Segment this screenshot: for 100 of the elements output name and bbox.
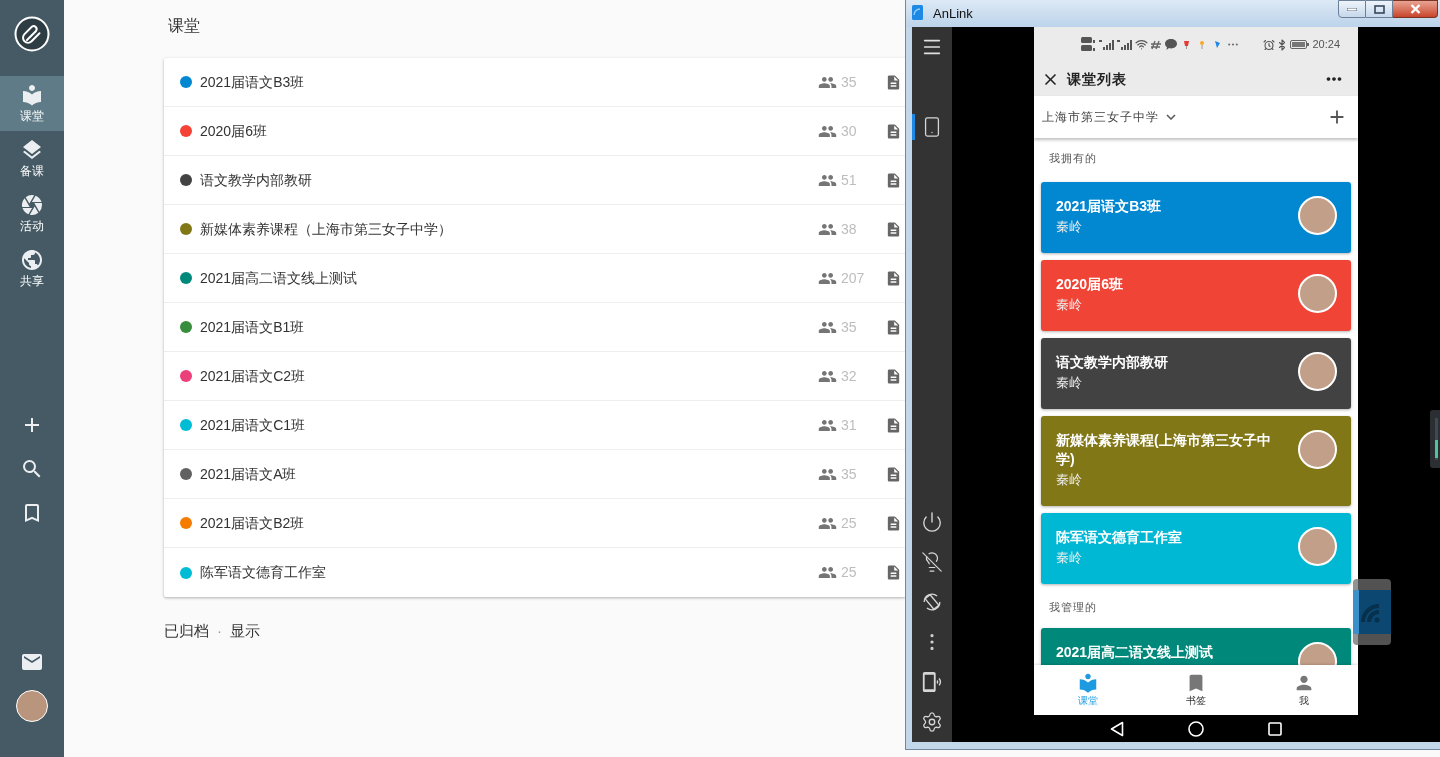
minimize-button[interactable]	[1338, 0, 1366, 18]
class-title: 语文教学内部教研	[1056, 353, 1169, 372]
battery-icon	[1290, 40, 1310, 49]
class-title: 2021届语文B3班	[1056, 197, 1163, 216]
reader-icon	[1077, 672, 1099, 694]
avatar-photo[interactable]	[16, 690, 48, 722]
dual-sim-icon	[1081, 37, 1095, 52]
screen-title: 课堂列表	[1067, 69, 1127, 89]
class-name[interactable]: 2021届语文B1班	[200, 316, 305, 338]
pushpin-icon	[1183, 40, 1190, 49]
document-icon[interactable]	[885, 269, 902, 287]
restore-icon	[1373, 4, 1385, 14]
chat-bubble-icon	[1165, 39, 1177, 50]
teacher-name: 秦岭	[1056, 296, 1083, 314]
maximize-button[interactable]	[1366, 0, 1393, 18]
document-icon[interactable]	[885, 318, 902, 336]
alarm-icon	[1263, 38, 1276, 51]
member-count: 207	[841, 268, 865, 288]
teacher-name: 秦岭	[1056, 549, 1083, 567]
member-count: 30	[841, 121, 857, 141]
school-selector[interactable]: 上海市第三女子中学	[1042, 108, 1180, 126]
teacher-name: 秦岭	[1056, 374, 1083, 392]
section-label: 我管理的	[1049, 599, 1097, 615]
document-icon[interactable]	[885, 367, 902, 385]
document-icon[interactable]	[885, 514, 902, 532]
member-count: 31	[841, 415, 857, 435]
member-count: 51	[841, 170, 857, 190]
class-name[interactable]: 2021届语文A班	[200, 463, 297, 485]
app-logo-icon	[912, 5, 923, 20]
close-icon	[1409, 4, 1421, 14]
document-icon[interactable]	[885, 73, 902, 91]
paperclip-logo-icon[interactable]	[14, 16, 50, 52]
archived-label: 已归档	[164, 621, 209, 641]
document-icon[interactable]	[885, 220, 902, 238]
member-count: 35	[841, 464, 857, 484]
show-link[interactable]: 显示	[230, 621, 260, 641]
member-count: 25	[841, 563, 857, 582]
pointer-icon	[1214, 40, 1221, 49]
edge-handle-icon[interactable]	[1430, 410, 1440, 468]
floating-cast-button[interactable]	[1353, 579, 1391, 645]
class-name[interactable]: 2021届语文B2班	[200, 512, 305, 534]
sidebar-item[interactable]: 备课	[0, 131, 64, 186]
teacher-name: 秦岭	[1056, 218, 1083, 236]
class-card[interactable]: 2021届高二语文线上测试	[1041, 628, 1351, 665]
close-button[interactable]	[1393, 0, 1438, 18]
phone-signal-icon[interactable]	[921, 671, 943, 693]
avatar-photo	[1298, 352, 1337, 391]
document-icon[interactable]	[885, 564, 902, 581]
settings-icon[interactable]	[921, 711, 943, 733]
sidebar-item[interactable]: 活动	[0, 186, 64, 241]
class-name[interactable]: 新媒体素养课程（上海市第三女子中学）	[200, 218, 452, 240]
class-card[interactable]: 语文教学内部教研 秦岭	[1041, 338, 1351, 409]
class-name[interactable]: 2021届高二语文线上测试	[200, 267, 358, 289]
class-title: 陈军语文德育工作室	[1056, 528, 1183, 547]
teacher-name: 秦岭	[1056, 471, 1083, 489]
wifi-icon	[1135, 38, 1148, 51]
class-title: 新媒体素养课程(上海市第三女子中学)	[1056, 431, 1272, 469]
class-card[interactable]: 新媒体素养课程(上海市第三女子中学) 秦岭	[1041, 416, 1351, 506]
sidebar-item[interactable]: 共享	[0, 241, 64, 296]
member-count: 38	[841, 219, 857, 239]
globe-icon	[20, 248, 44, 272]
class-name[interactable]: 2021届语文C2班	[200, 365, 306, 387]
document-icon[interactable]	[885, 416, 902, 434]
section-label: 我拥有的	[1049, 150, 1097, 166]
class-name[interactable]: 2021届语文C1班	[200, 414, 306, 436]
document-icon[interactable]	[885, 465, 902, 483]
home-icon[interactable]	[1188, 720, 1204, 737]
class-card[interactable]: 2020届6班 秦岭	[1041, 260, 1351, 331]
reader-icon	[20, 83, 44, 107]
signal-icon	[1099, 39, 1114, 50]
nav-tab[interactable]: 书签	[1142, 665, 1250, 715]
member-count: 32	[841, 366, 857, 386]
member-count: 35	[841, 317, 857, 337]
back-icon[interactable]	[1110, 720, 1124, 737]
nav-tab[interactable]: 我	[1250, 665, 1358, 715]
avatar-photo	[1298, 430, 1337, 469]
pin-icon	[1199, 40, 1205, 49]
class-name[interactable]: 2020届6班	[200, 120, 267, 142]
aperture-icon	[20, 193, 44, 217]
class-name[interactable]: 语文教学内部教研	[200, 169, 312, 191]
class-name[interactable]: 2021届语文B3班	[200, 71, 305, 93]
class-card[interactable]: 2021届语文B3班 秦岭	[1041, 182, 1351, 253]
power-icon[interactable]	[921, 511, 943, 533]
more-icon	[1228, 43, 1238, 46]
avatar-photo	[1298, 196, 1337, 235]
hash-icon	[1150, 39, 1162, 50]
page-title: 课堂	[168, 16, 200, 36]
recent-apps-icon[interactable]	[1268, 721, 1282, 736]
separator-dot: ·	[217, 621, 222, 641]
avatar-photo	[1298, 274, 1337, 313]
document-icon[interactable]	[885, 171, 902, 189]
signal-icon	[1117, 39, 1132, 50]
clock-time: 20:24	[1312, 37, 1340, 53]
wireless-icon	[1353, 590, 1391, 634]
class-name[interactable]: 陈军语文德育工作室	[200, 562, 326, 583]
member-count: 25	[841, 513, 857, 533]
rotate-screen-icon[interactable]	[921, 591, 943, 613]
document-icon[interactable]	[885, 122, 902, 140]
lightbulb-off-icon[interactable]	[921, 551, 943, 573]
sidebar-item[interactable]: 课堂	[0, 76, 64, 131]
